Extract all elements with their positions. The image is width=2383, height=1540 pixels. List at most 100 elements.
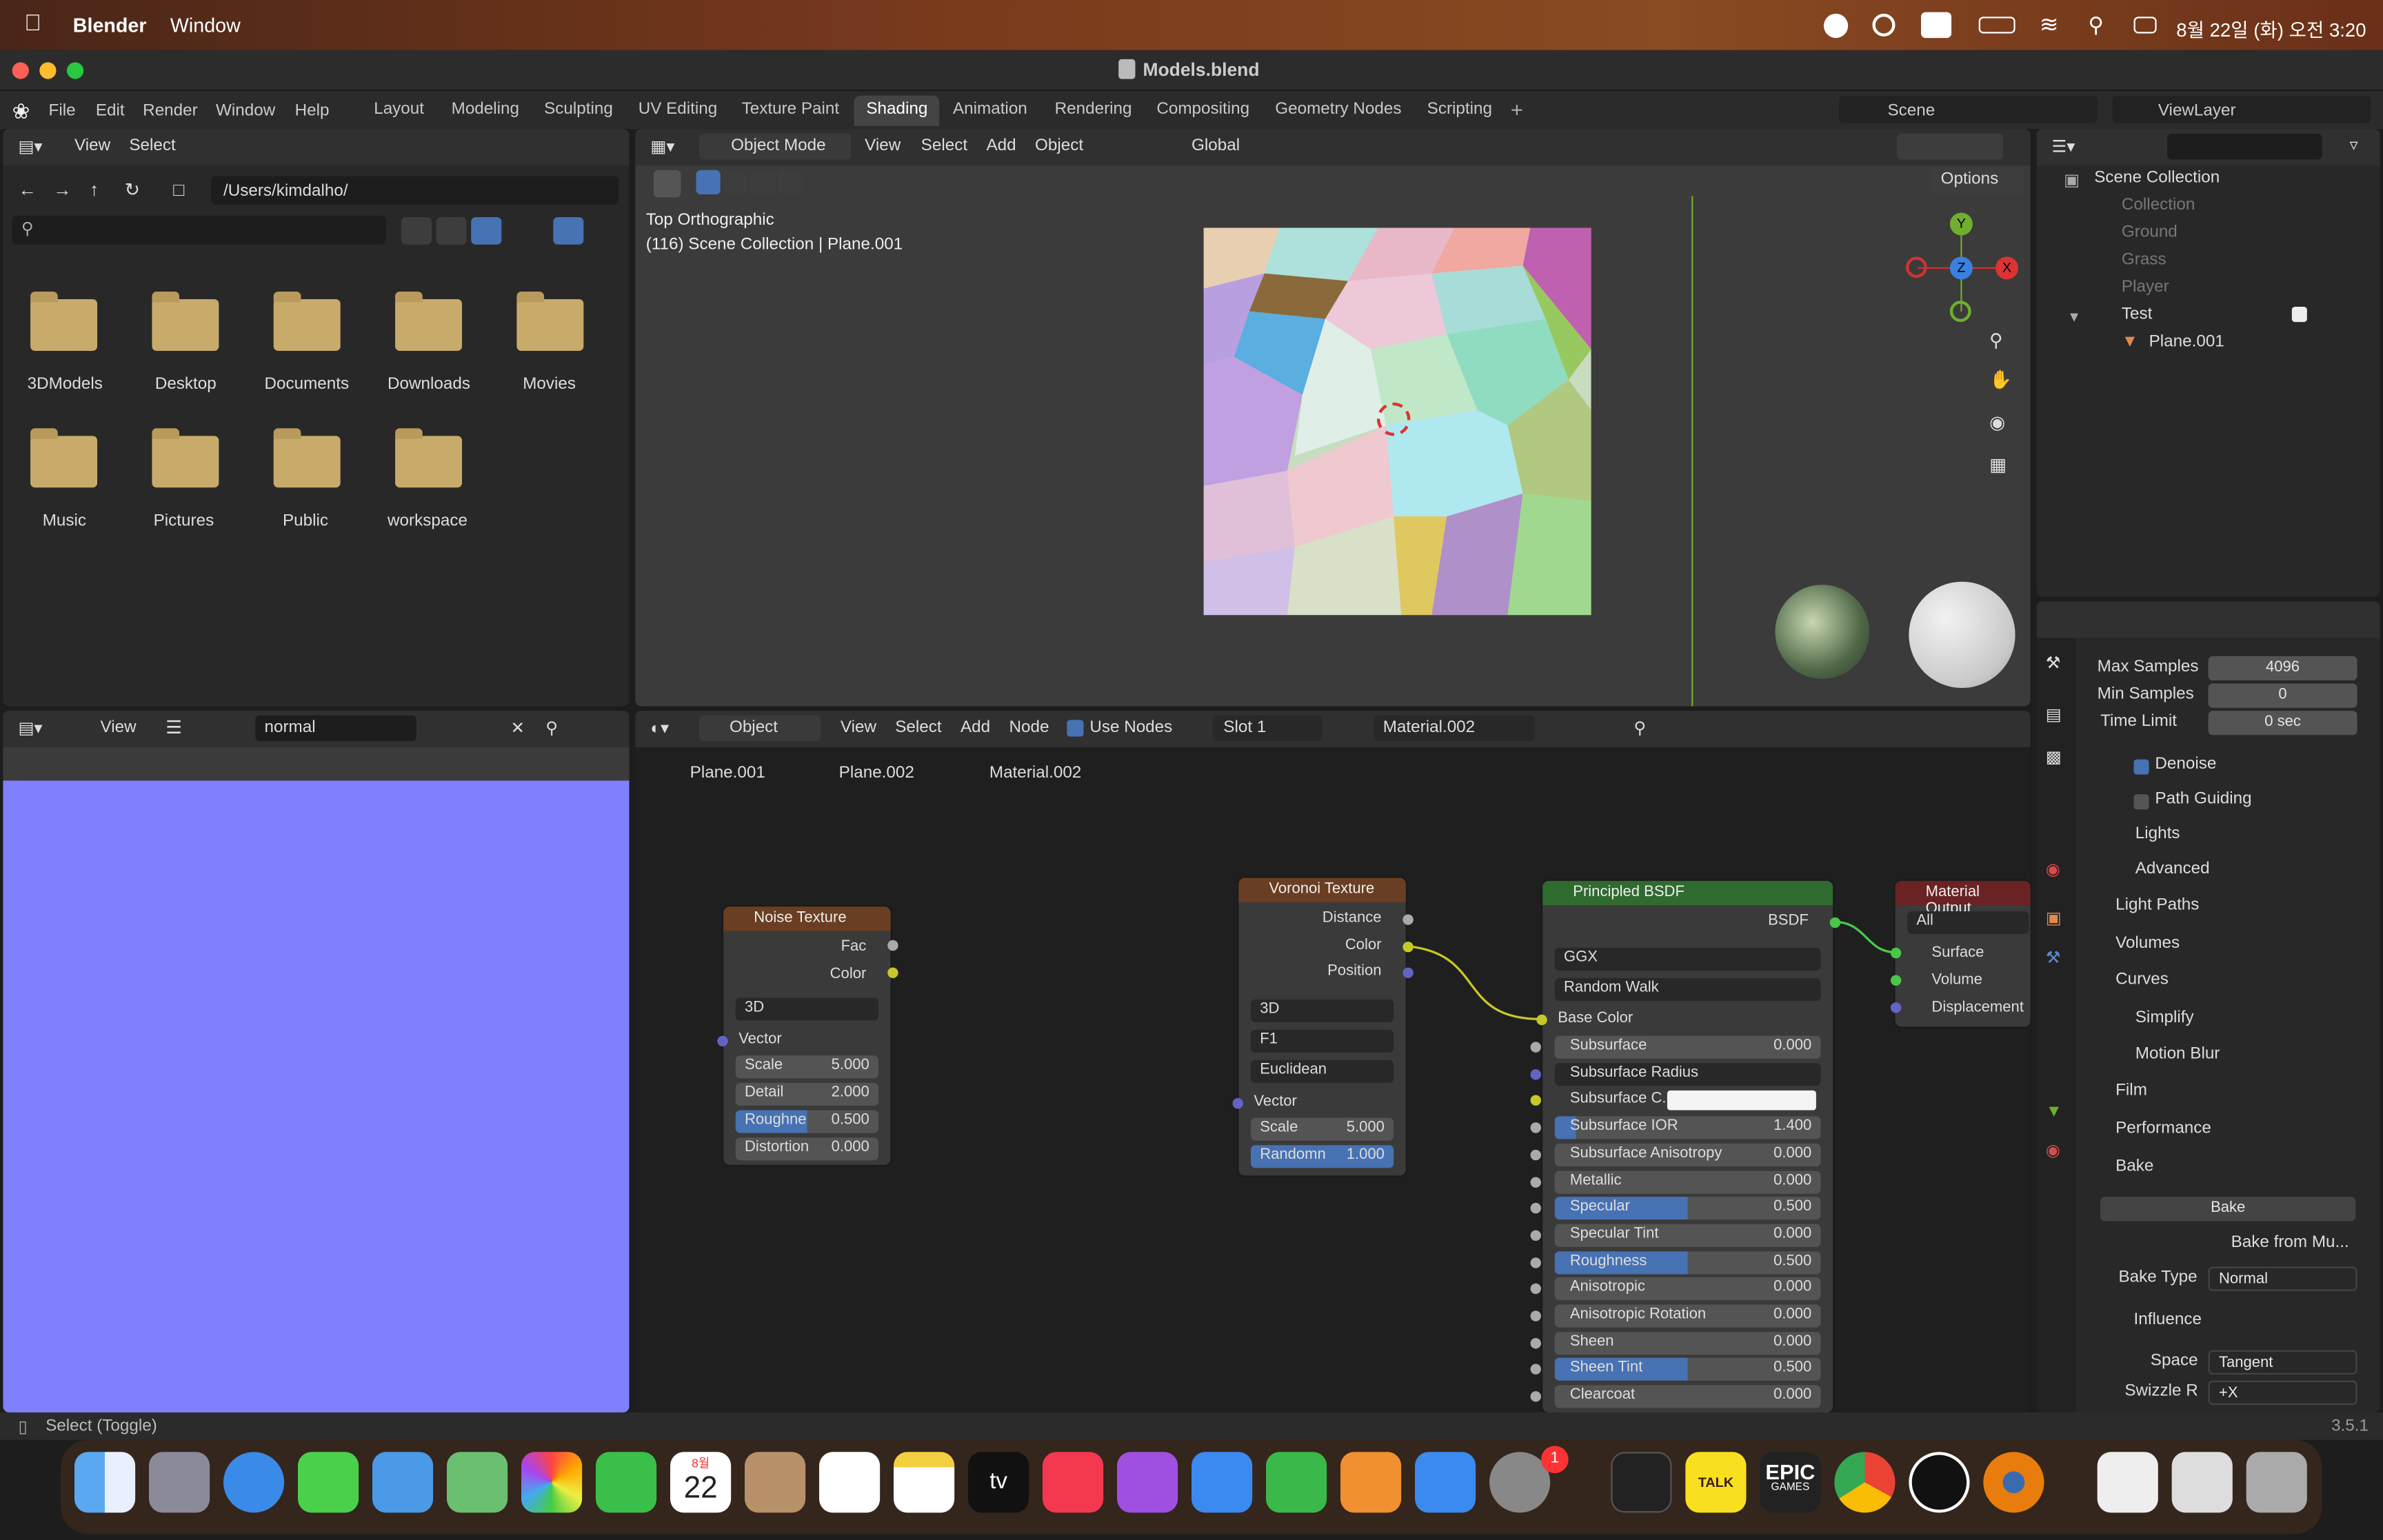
bsdf-field-anisotropic-rotation[interactable]: Anisotropic Rotation 0.000 bbox=[1554, 1304, 1821, 1328]
material-tab-icon[interactable]: ◉ bbox=[2046, 1141, 2060, 1160]
noise-node-header[interactable]: Noise Texture bbox=[723, 906, 891, 931]
filter-icon[interactable] bbox=[553, 217, 584, 245]
menubar-clock[interactable]: 8월 22일 (화) 오전 3:20 bbox=[2176, 14, 2366, 43]
material-output-node[interactable]: Material Output All Surface Volume Displ… bbox=[1895, 880, 2031, 1027]
refresh-icon[interactable]: ↻ bbox=[125, 179, 140, 201]
folder-documents[interactable] bbox=[273, 292, 341, 351]
path-guiding-label[interactable]: Path Guiding bbox=[2155, 790, 2251, 808]
bsdf-field-specular[interactable]: Specular 0.500 bbox=[1554, 1197, 1821, 1220]
output-node-header[interactable]: Material Output bbox=[1895, 880, 2031, 918]
folder-downloads[interactable] bbox=[395, 292, 463, 351]
reminders-icon[interactable] bbox=[819, 1452, 881, 1513]
finder-icon[interactable] bbox=[74, 1452, 136, 1513]
numbers-icon[interactable] bbox=[1266, 1452, 1327, 1513]
folder-public[interactable] bbox=[273, 428, 341, 488]
expand-test-icon[interactable]: ▾ bbox=[2070, 307, 2078, 326]
safari-icon[interactable] bbox=[223, 1452, 285, 1513]
noise-scale-field[interactable]: Scale 5.000 bbox=[735, 1055, 878, 1079]
image-editor-panel[interactable]: ▤▾ View ☰ normal ✕ ⚲ bbox=[3, 711, 630, 1412]
displacement-socket[interactable] bbox=[1890, 1002, 1902, 1013]
bsdf-field-subsurface-c[interactable]: Subsurface C... bbox=[1555, 1090, 1821, 1113]
unreal-engine-icon[interactable] bbox=[1909, 1452, 1970, 1513]
pages-icon[interactable] bbox=[1340, 1452, 1402, 1513]
bsdf-input-socket[interactable] bbox=[1530, 1310, 1541, 1321]
display-detail-icon[interactable] bbox=[436, 217, 467, 245]
contacts-icon[interactable] bbox=[745, 1452, 806, 1513]
forward-icon[interactable]: → bbox=[53, 179, 71, 201]
input-source-icon[interactable] bbox=[1920, 12, 1952, 39]
space-dropdown[interactable]: Tangent bbox=[2208, 1350, 2357, 1375]
swizzle-r-dropdown[interactable]: +X bbox=[2208, 1380, 2357, 1405]
outliner-search-input[interactable] bbox=[2167, 133, 2322, 160]
select-box-tool[interactable] bbox=[653, 170, 681, 198]
select-mode-extend[interactable] bbox=[723, 170, 748, 195]
bsdf-input-socket[interactable] bbox=[1530, 1337, 1541, 1348]
screenshot-stack-icon[interactable] bbox=[2171, 1452, 2233, 1513]
modifier-tab-icon[interactable]: ⚒ bbox=[2046, 948, 2061, 967]
outliner-item-collection[interactable]: Collection bbox=[2122, 196, 2195, 214]
noise-roughness-field[interactable]: Roughne 0.500 bbox=[735, 1110, 878, 1133]
subsurface-color-swatch[interactable] bbox=[1667, 1091, 1816, 1111]
folder-label-workspace[interactable]: workspace bbox=[388, 511, 467, 529]
new-folder-icon[interactable]: □ bbox=[173, 179, 184, 201]
hamburger-menu-icon[interactable]: ☰ bbox=[165, 717, 182, 738]
bsdf-input-socket[interactable] bbox=[1530, 1176, 1541, 1187]
folder-desktop[interactable] bbox=[152, 292, 219, 351]
tab-geometry-nodes[interactable]: Geometry Nodes bbox=[1263, 96, 1414, 126]
bsdf-field-roughness[interactable]: Roughness 0.500 bbox=[1554, 1250, 1821, 1274]
bsdf-input-socket[interactable] bbox=[1530, 1042, 1541, 1053]
bsdf-field-subsurface-ior[interactable]: Subsurface IOR 1.400 bbox=[1554, 1116, 1821, 1139]
grid-toggle-icon[interactable]: ▦ bbox=[1989, 454, 2007, 476]
folder-label-desktop[interactable]: Desktop bbox=[155, 375, 217, 393]
bsdf-field-metallic[interactable]: Metallic 0.000 bbox=[1554, 1170, 1821, 1193]
volumes-section[interactable]: Volumes bbox=[2115, 934, 2180, 952]
time-limit-field[interactable]: 0 sec bbox=[2208, 711, 2357, 736]
close-image-icon[interactable]: ✕ bbox=[511, 718, 525, 738]
kakaotalk-icon[interactable]: TALK bbox=[1685, 1452, 1747, 1513]
menubar-window[interactable]: Window bbox=[170, 14, 241, 37]
scene-collection-label[interactable]: Scene Collection bbox=[2094, 169, 2220, 187]
file-menu-select[interactable]: Select bbox=[129, 136, 175, 154]
viewport-menu-object[interactable]: Object bbox=[1035, 136, 1083, 154]
file-browser-editor-icon[interactable]: ▤▾ bbox=[18, 136, 42, 156]
podcasts-icon[interactable] bbox=[1117, 1452, 1178, 1513]
menu-file[interactable]: File bbox=[49, 102, 76, 120]
terminal-icon[interactable] bbox=[1611, 1452, 1672, 1513]
surface-socket[interactable] bbox=[1890, 947, 1902, 959]
calendar-icon[interactable]: 8월 22 bbox=[670, 1452, 732, 1513]
noise-fac-socket[interactable] bbox=[887, 940, 898, 951]
bsdf-node-header[interactable]: Principled BSDF bbox=[1542, 880, 1833, 906]
tab-modeling[interactable]: Modeling bbox=[439, 96, 532, 126]
menubar-app[interactable]: Blender bbox=[73, 14, 147, 37]
lights-subpanel[interactable]: Lights bbox=[2135, 824, 2180, 842]
bsdf-field-subsurface-radius[interactable]: Subsurface Radius bbox=[1554, 1062, 1821, 1086]
outliner-item-ground[interactable]: Ground bbox=[2122, 223, 2178, 241]
tab-sculpting[interactable]: Sculpting bbox=[532, 96, 625, 126]
advanced-subpanel[interactable]: Advanced bbox=[2135, 860, 2210, 878]
bsdf-input-socket[interactable] bbox=[1530, 1068, 1541, 1080]
bsdf-field-sheen[interactable]: Sheen 0.000 bbox=[1554, 1331, 1821, 1355]
outliner-item-plane001[interactable]: Plane.001 bbox=[2149, 333, 2224, 351]
apple-icon[interactable]:  bbox=[24, 10, 41, 36]
noise-color-socket[interactable] bbox=[887, 967, 898, 978]
image-menu-view[interactable]: View bbox=[100, 718, 136, 736]
world-tab-icon[interactable]: ◉ bbox=[2046, 860, 2060, 879]
distribution-dropdown[interactable]: GGX bbox=[1554, 947, 1821, 971]
output-tab-icon[interactable]: ▩ bbox=[2046, 747, 2062, 767]
bake-from-multires-label[interactable]: Bake from Mu... bbox=[2231, 1233, 2349, 1251]
document-preview-icon[interactable] bbox=[2097, 1452, 2158, 1513]
folder-music[interactable] bbox=[30, 428, 98, 488]
close-window-button[interactable] bbox=[12, 62, 29, 79]
folder-label-documents[interactable]: Documents bbox=[265, 375, 350, 393]
data-tab-icon[interactable]: ▼ bbox=[2046, 1103, 2062, 1121]
influence-subpanel[interactable]: Influence bbox=[2134, 1310, 2202, 1328]
tab-layout[interactable]: Layout bbox=[362, 96, 436, 126]
folder-workspace[interactable] bbox=[395, 428, 463, 488]
outliner-item-player[interactable]: Player bbox=[2122, 278, 2169, 296]
folder-3dmodels[interactable] bbox=[30, 292, 98, 351]
scene-name[interactable]: Scene bbox=[1887, 102, 1935, 120]
bsdf-field-sheen-tint[interactable]: Sheen Tint 0.500 bbox=[1554, 1358, 1821, 1381]
performance-section[interactable]: Performance bbox=[2115, 1119, 2211, 1137]
tab-shading[interactable]: Shading bbox=[854, 95, 940, 126]
menu-help[interactable]: Help bbox=[295, 102, 330, 120]
